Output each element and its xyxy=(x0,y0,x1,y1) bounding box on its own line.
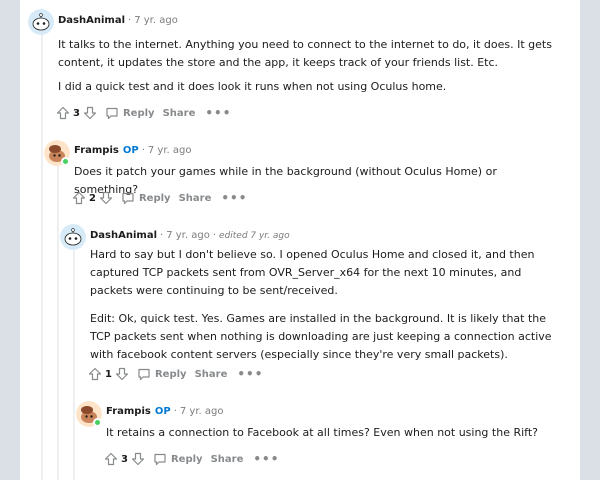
author-name[interactable]: DashAnimal xyxy=(90,230,157,241)
share-button[interactable]: Share xyxy=(195,369,228,380)
more-options-button[interactable]: ••• xyxy=(205,107,231,119)
comment-bubble-icon xyxy=(138,368,150,381)
online-status-dot xyxy=(93,418,102,427)
vote-controls: 3 xyxy=(104,452,145,466)
upvote-icon[interactable] xyxy=(72,191,86,205)
comment-actions: 3 Reply Share ••• xyxy=(104,449,279,469)
share-label: Share xyxy=(210,453,244,465)
meta-separator: · xyxy=(128,15,132,26)
vote-controls: 2 xyxy=(72,191,113,205)
op-badge: OP xyxy=(154,406,171,417)
downvote-icon[interactable] xyxy=(83,106,97,120)
comment-bubble-icon xyxy=(122,192,134,205)
comment-meta: DashAnimal · 7 yr. ago · edited 7 yr. ago xyxy=(90,230,290,241)
reply-button[interactable]: Reply xyxy=(105,106,155,120)
reply-button[interactable]: Reply xyxy=(137,367,187,381)
meta-separator: · xyxy=(141,145,145,156)
meta-separator: · xyxy=(160,230,164,241)
author-name[interactable]: DashAnimal xyxy=(58,15,125,26)
comment-body: Hard to say but I don't believe so. I op… xyxy=(90,246,562,364)
snoo-avatar-icon xyxy=(28,9,54,35)
share-label: Share xyxy=(194,368,228,380)
downvote-icon[interactable] xyxy=(131,452,145,466)
more-options-button[interactable]: ••• xyxy=(221,192,247,204)
comment-actions: 2 Reply Share ••• xyxy=(72,188,247,208)
avatar[interactable] xyxy=(28,9,54,35)
comment-paragraph: I did a quick test and it does look it r… xyxy=(58,80,447,93)
upvote-icon[interactable] xyxy=(56,106,70,120)
avatar[interactable] xyxy=(60,224,86,250)
comment-paragraph: It talks to the internet. Anything you n… xyxy=(58,38,552,69)
reply-label: Reply xyxy=(138,192,171,204)
vote-controls: 1 xyxy=(88,367,129,381)
share-button[interactable]: Share xyxy=(179,193,212,204)
meta-separator: · xyxy=(212,230,216,241)
timestamp[interactable]: 7 yr. ago xyxy=(134,15,178,26)
share-label: Share xyxy=(178,192,212,204)
comment: DashAnimal · 7 yr. ago It talks to the int… xyxy=(20,0,580,130)
vote-score: 3 xyxy=(73,107,80,119)
edited-label: edited 7 yr. ago xyxy=(219,231,290,241)
timestamp[interactable]: 7 yr. ago xyxy=(148,145,192,156)
upvote-icon[interactable] xyxy=(88,367,102,381)
comment-thread: DashAnimal · 7 yr. ago It talks to the int… xyxy=(20,0,580,480)
comment-actions: 1 Reply Share ••• xyxy=(88,364,263,384)
author-name[interactable]: Frampis xyxy=(74,145,119,156)
reply-label: Reply xyxy=(170,453,203,465)
timestamp[interactable]: 7 yr. ago xyxy=(166,230,210,241)
snoo-avatar-icon xyxy=(60,224,86,250)
more-options-button[interactable]: ••• xyxy=(237,368,263,380)
online-status-dot xyxy=(61,157,70,166)
upvote-icon[interactable] xyxy=(104,452,118,466)
more-options-button[interactable]: ••• xyxy=(253,453,279,465)
reply-label: Reply xyxy=(122,107,155,119)
share-button[interactable]: Share xyxy=(211,454,244,465)
comment: DashAnimal · 7 yr. ago · edited 7 yr. ago Ha… xyxy=(20,222,580,392)
op-badge: OP xyxy=(122,145,139,156)
comment-bubble-icon xyxy=(106,107,118,120)
downvote-icon[interactable] xyxy=(99,191,113,205)
comment-paragraph: It retains a connection to Facebook at a… xyxy=(106,426,538,439)
author-name[interactable]: Frampis xyxy=(106,406,151,417)
comment-meta: Frampis OP · 7 yr. ago xyxy=(74,145,191,156)
timestamp[interactable]: 7 yr. ago xyxy=(180,406,224,417)
meta-separator: · xyxy=(173,406,177,417)
vote-score: 1 xyxy=(105,368,112,380)
vote-score: 3 xyxy=(121,453,128,465)
reply-button[interactable]: Reply xyxy=(121,191,171,205)
comment-paragraph: Hard to say but I don't believe so. I op… xyxy=(90,248,535,297)
vote-score: 2 xyxy=(89,192,96,204)
comment-actions: 3 Reply Share ••• xyxy=(56,103,231,123)
comment: Frampis OP · 7 yr. ago Does it patch your g… xyxy=(20,132,580,222)
comment-body: It talks to the internet. Anything you n… xyxy=(58,36,563,96)
vote-controls: 3 xyxy=(56,106,97,120)
comment-bubble-icon xyxy=(154,453,166,466)
comment-meta: Frampis OP · 7 yr. ago xyxy=(106,406,223,417)
share-label: Share xyxy=(162,107,196,119)
comment-meta: DashAnimal · 7 yr. ago xyxy=(58,15,178,26)
comment-paragraph: Edit: Ok, quick test. Yes. Games are ins… xyxy=(90,312,552,361)
comment: Frampis OP · 7 yr. ago It retains a connect… xyxy=(20,396,580,480)
reply-button[interactable]: Reply xyxy=(153,452,203,466)
comment-body: It retains a connection to Facebook at a… xyxy=(106,424,566,442)
share-button[interactable]: Share xyxy=(163,108,196,119)
reply-label: Reply xyxy=(154,368,187,380)
downvote-icon[interactable] xyxy=(115,367,129,381)
